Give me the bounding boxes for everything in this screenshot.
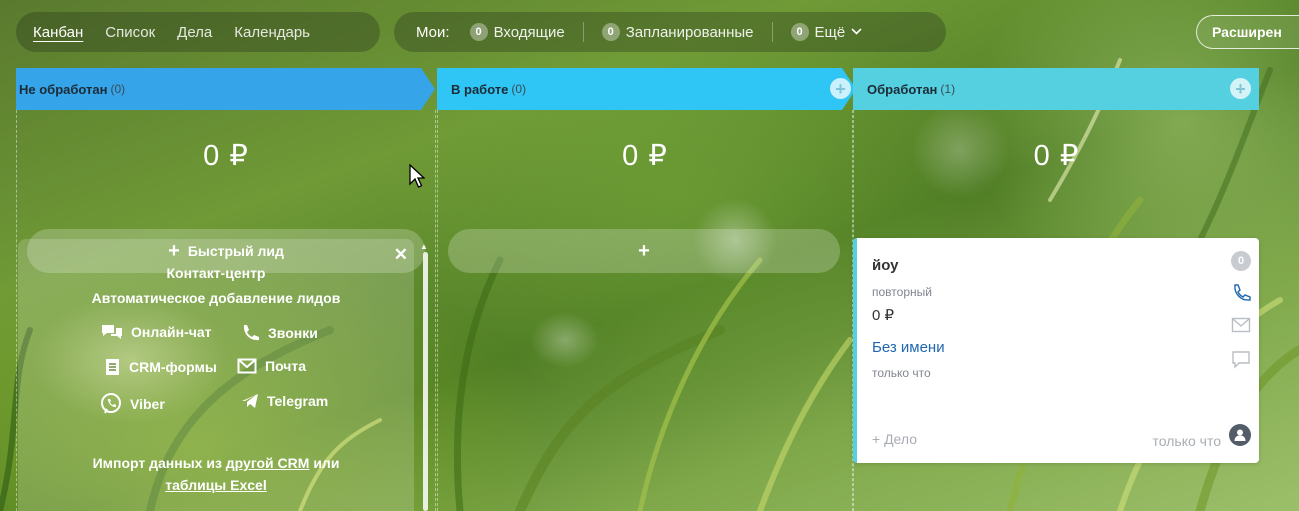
card-client-link[interactable]: Без имени <box>872 339 945 356</box>
card-last-activity: только что <box>1152 433 1222 449</box>
view-tab-list[interactable]: Список <box>105 24 155 41</box>
view-switcher: Канбан Список Дела Календарь <box>16 12 380 52</box>
view-tab-activities[interactable]: Дела <box>177 24 212 41</box>
card-created-time: только что <box>872 366 931 380</box>
column-count: (0) <box>110 82 126 96</box>
card-amount: 0 ₽ <box>872 307 895 324</box>
plus-icon: + <box>638 239 650 262</box>
close-icon[interactable]: ✕ <box>394 245 408 265</box>
divider <box>582 22 584 42</box>
channel-mail[interactable]: Почта <box>237 358 306 374</box>
viber-icon <box>101 393 121 414</box>
channel-label: Звонки <box>268 325 318 341</box>
my-label: Мои: <box>416 23 450 41</box>
mail-icon[interactable] <box>1231 317 1251 333</box>
column-sum: 0 ₽ <box>622 140 668 172</box>
panel-title: Контакт-центр <box>166 265 266 281</box>
panel-subtitle: Автоматическое добавление лидов <box>91 290 341 306</box>
add-activity-link[interactable]: + Дело <box>872 431 917 447</box>
cursor-icon <box>409 164 425 188</box>
column-sum: 0 ₽ <box>203 140 249 172</box>
channel-viber[interactable]: Viber <box>100 393 165 415</box>
divider <box>771 22 773 42</box>
import-mid: или <box>313 455 340 471</box>
column-header[interactable]: Не обработан (0) <box>16 68 435 110</box>
phone-icon <box>243 325 259 341</box>
import-other-crm-link[interactable]: другой CRM <box>226 455 310 471</box>
add-stage-icon[interactable]: + <box>830 78 851 99</box>
import-prefix: Импорт данных из <box>92 455 222 471</box>
column-title: В работе <box>451 81 509 97</box>
add-stage-icon[interactable]: + <box>1230 78 1251 99</box>
column-header[interactable]: Обработан (1) <box>853 68 1259 110</box>
phone-icon[interactable] <box>1231 283 1251 303</box>
kanban-column-in-work: В работе (0) + 0 ₽ + <box>437 68 856 511</box>
user-icon <box>1234 429 1246 441</box>
scroll-up-icon[interactable]: ▲ <box>420 242 428 251</box>
contact-center-panel: ✕ Контакт-центр Автоматическое добавлени… <box>18 239 414 511</box>
form-icon <box>106 359 119 375</box>
lead-card[interactable]: йоу повторный 0 ₽ Без имени только что +… <box>853 238 1259 463</box>
column-body: 0 ₽ + <box>437 110 853 511</box>
channel-label: Viber <box>130 396 165 412</box>
card-stage: повторный <box>872 285 932 299</box>
quick-add-button[interactable]: + <box>448 229 840 273</box>
activity-counter-badge: 0 <box>1231 251 1251 271</box>
channel-calls[interactable]: Звонки <box>240 323 318 343</box>
card-title[interactable]: йоу <box>872 257 899 274</box>
avatar[interactable] <box>1229 424 1251 446</box>
telegram-icon <box>242 394 258 408</box>
extended-mode-button[interactable]: Расширен <box>1196 15 1299 49</box>
column-count: (1) <box>940 82 956 96</box>
channel-label: Почта <box>265 358 307 374</box>
channel-label: Онлайн-чат <box>131 324 212 340</box>
chevron-down-icon <box>851 26 862 38</box>
counter-label: Запланированные <box>625 23 754 41</box>
view-tab-calendar[interactable]: Календарь <box>234 24 310 41</box>
chat-icon <box>102 325 122 339</box>
column-count: (0) <box>511 82 527 96</box>
comment-icon[interactable] <box>1231 350 1251 370</box>
column-header[interactable]: В работе (0) <box>437 68 856 110</box>
channel-telegram[interactable]: Telegram <box>241 393 328 409</box>
channel-label: Telegram <box>267 393 329 409</box>
view-tab-kanban[interactable]: Канбан <box>33 24 83 41</box>
counter-badge: 0 <box>790 23 809 41</box>
counter-more[interactable]: 0 Ещё <box>790 23 863 41</box>
counter-bar: Мои: 0 Входящие 0 Запланированные 0 Ещё <box>394 12 946 52</box>
import-excel-link[interactable]: таблицы Excel <box>165 477 266 493</box>
scrollbar[interactable] <box>423 252 428 511</box>
counter-badge: 0 <box>469 23 488 41</box>
header-arrow <box>421 68 435 110</box>
counter-incoming[interactable]: 0 Входящие <box>469 23 565 41</box>
counter-badge: 0 <box>601 23 620 41</box>
import-text: Импорт данных из другой CRM или таблицы … <box>18 452 414 496</box>
counter-label: Входящие <box>493 23 565 41</box>
channel-label: CRM-формы <box>129 359 217 375</box>
channel-crm-forms[interactable]: CRM-формы <box>105 358 217 376</box>
column-title: Обработан <box>867 81 938 97</box>
column-sum: 0 ₽ <box>1033 140 1080 172</box>
column-title: Не обработан <box>19 81 108 97</box>
counter-label: Ещё <box>814 23 846 41</box>
mail-icon <box>237 358 257 374</box>
channel-online-chat[interactable]: Онлайн-чат <box>101 323 212 341</box>
counter-planned[interactable]: 0 Запланированные <box>601 23 754 41</box>
